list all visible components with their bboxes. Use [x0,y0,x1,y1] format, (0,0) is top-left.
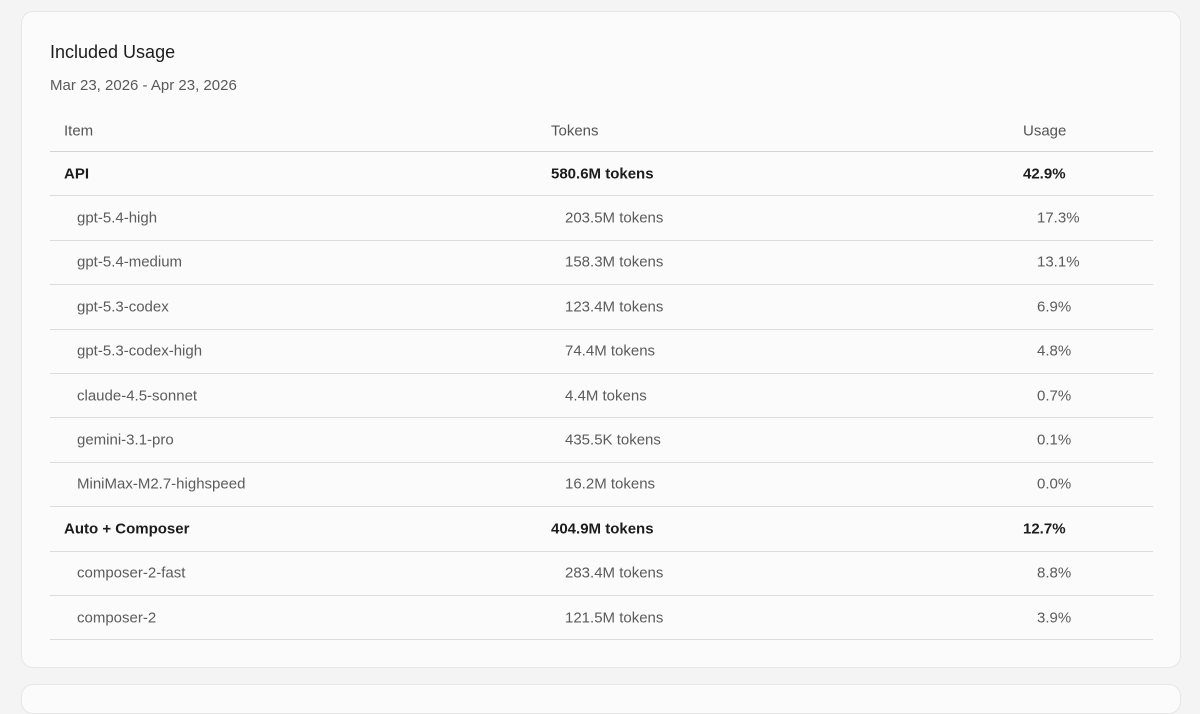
table-row: gpt-5.3-codex 123.4M tokens 6.9% [50,285,1153,330]
table-row: gpt-5.4-medium 158.3M tokens 13.1% [50,241,1153,286]
usage-cell: 8.8% [1037,564,1072,582]
column-header-item: Item [64,122,94,139]
group-row: API 580.6M tokens 42.9% [50,152,1153,197]
usage-cell: 0.7% [1037,387,1072,405]
item-cell: gpt-5.4-high [77,209,158,227]
tokens-cell: 123.4M tokens [565,298,664,316]
item-cell: gpt-5.4-medium [77,253,183,271]
item-cell: Auto + Composer [64,520,190,538]
group-row: Auto + Composer 404.9M tokens 12.7% [50,507,1153,552]
date-range: Mar 23, 2026 - Apr 23, 2026 [50,77,237,94]
usage-cell: 6.9% [1037,298,1072,316]
usage-cell: 4.8% [1037,342,1072,360]
usage-cell: 13.1% [1037,253,1080,271]
item-cell: gpt-5.3-codex-high [77,342,203,360]
table-row: claude-4.5-sonnet 4.4M tokens 0.7% [50,374,1153,419]
item-cell: composer-2 [77,609,157,627]
table-row: gemini-3.1-pro 435.5K tokens 0.1% [50,418,1153,463]
usage-cell: 42.9% [1023,165,1066,183]
column-header-usage: Usage [1023,122,1067,139]
tokens-cell: 16.2M tokens [565,475,656,493]
usage-cell: 3.9% [1037,609,1072,627]
tokens-cell: 121.5M tokens [565,609,664,627]
item-cell: gpt-5.3-codex [77,298,169,316]
item-cell: claude-4.5-sonnet [77,387,198,405]
usage-cell: 0.0% [1037,475,1072,493]
usage-table: Item Tokens Usage API 580.6M tokens 42.9% g… [50,110,1153,641]
tokens-cell: 283.4M tokens [565,564,664,582]
column-header-tokens: Tokens [551,122,599,139]
tokens-cell: 404.9M tokens [551,520,654,538]
table-row: MiniMax-M2.7-highspeed 16.2M tokens 0.0% [50,463,1153,508]
usage-cell: 17.3% [1037,209,1080,227]
tokens-cell: 203.5M tokens [565,209,664,227]
included-usage-card: Included Usage Mar 23, 2026 - Apr 23, 20… [21,11,1181,668]
tokens-cell: 4.4M tokens [565,387,647,405]
item-cell: API [64,165,90,183]
table-row: composer-2-fast 283.4M tokens 8.8% [50,552,1153,596]
table-header: Item Tokens Usage [50,110,1153,152]
table-row: gpt-5.4-high 203.5M tokens 17.3% [50,196,1153,241]
item-cell: composer-2-fast [77,564,186,582]
table-body: API 580.6M tokens 42.9% gpt-5.4-high 203.5M … [50,152,1153,641]
table-row: gpt-5.3-codex-high 74.4M tokens 4.8% [50,330,1153,374]
item-cell: gemini-3.1-pro [77,431,174,449]
usage-cell: 12.7% [1023,520,1066,538]
tokens-cell: 74.4M tokens [565,342,656,360]
item-cell: MiniMax-M2.7-highspeed [77,475,246,493]
tokens-cell: 580.6M tokens [551,165,654,183]
usage-cell: 0.1% [1037,431,1072,449]
tokens-cell: 435.5K tokens [565,431,661,449]
table-row: composer-2 121.5M tokens 3.9% [50,596,1153,641]
section-title: Included Usage [50,42,176,62]
tokens-cell: 158.3M tokens [565,253,664,271]
